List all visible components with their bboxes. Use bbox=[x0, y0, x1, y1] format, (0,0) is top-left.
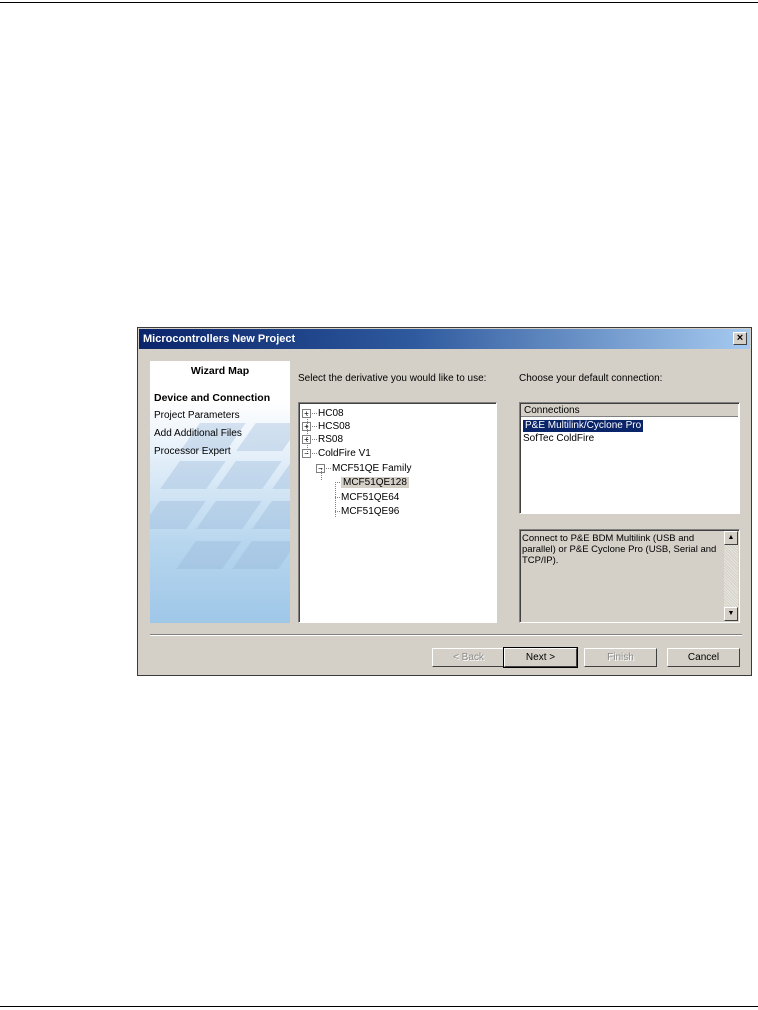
dialog-titlebar[interactable]: Microcontrollers New Project × bbox=[139, 329, 750, 349]
dialog-title: Microcontrollers New Project bbox=[143, 333, 296, 345]
wizard-step-device-connection: Device and Connection bbox=[154, 392, 271, 404]
tree-connector bbox=[335, 496, 340, 498]
scroll-down-icon[interactable]: ▼ bbox=[724, 607, 738, 621]
tree-node-label: RS08 bbox=[318, 434, 344, 445]
decorative-tile bbox=[150, 501, 206, 529]
tree-node[interactable]: − MCF51QE Family bbox=[316, 462, 411, 475]
tree-connector bbox=[312, 452, 317, 454]
connections-column-header[interactable]: Connections bbox=[521, 404, 738, 417]
decorative-tile bbox=[196, 501, 262, 529]
tree-connector bbox=[335, 481, 340, 483]
new-project-dialog: Microcontrollers New Project × Wizard Ma… bbox=[137, 327, 752, 676]
page-bottom-rule bbox=[0, 1006, 758, 1007]
tree-node[interactable]: MCF51QE64 bbox=[335, 491, 399, 504]
tree-connector bbox=[312, 438, 317, 440]
expand-icon[interactable]: + bbox=[302, 434, 311, 444]
decorative-tile bbox=[232, 541, 290, 569]
tree-node[interactable]: MCF51QE96 bbox=[335, 505, 399, 518]
wizard-step-project-parameters: Project Parameters bbox=[154, 410, 240, 421]
tree-connector bbox=[312, 425, 317, 427]
tree-node-label: MCF51QE Family bbox=[332, 463, 412, 474]
collapse-icon[interactable]: − bbox=[316, 463, 325, 473]
tree-connector bbox=[326, 467, 331, 469]
wizard-step-add-files: Add Additional Files bbox=[154, 428, 242, 439]
tree-node-label: MCF51QE64 bbox=[341, 492, 400, 503]
expand-icon[interactable]: + bbox=[302, 408, 311, 418]
connection-description: Connect to P&E BDM Multilink (USB and pa… bbox=[522, 533, 717, 566]
page-top-rule bbox=[0, 2, 758, 3]
wizard-step-processor-expert: Processor Expert bbox=[154, 446, 231, 457]
tree-node-label: ColdFire V1 bbox=[318, 448, 371, 459]
cancel-button[interactable]: Cancel bbox=[667, 648, 740, 667]
tree-node[interactable]: + HC08 bbox=[302, 407, 344, 420]
connection-item-softec[interactable]: SofTec ColdFire bbox=[523, 433, 594, 445]
derivative-tree[interactable]: + HC08 + HCS08 + RS08 − ColdFire V1 − MCF51QE… bbox=[298, 402, 497, 623]
collapse-icon[interactable]: − bbox=[302, 448, 311, 458]
connection-description-box: Connect to P&E BDM Multilink (USB and pa… bbox=[519, 529, 740, 623]
connection-item-pe-multilink[interactable]: P&E Multilink/Cyclone Pro bbox=[521, 419, 645, 433]
wizard-map-panel: Wizard Map Device and Connection Project… bbox=[150, 361, 290, 623]
button-separator bbox=[150, 634, 742, 636]
close-icon[interactable]: × bbox=[733, 332, 747, 345]
tree-connector bbox=[335, 510, 340, 512]
finish-button[interactable]: Finish bbox=[584, 648, 657, 667]
decorative-tile bbox=[236, 423, 290, 451]
tree-node-label-selected: MCF51QE128 bbox=[341, 477, 409, 488]
connections-list[interactable]: Connections P&E Multilink/Cyclone Pro So… bbox=[519, 402, 740, 514]
tree-connector bbox=[312, 412, 317, 414]
tree-node[interactable]: MCF51QE128 bbox=[335, 476, 409, 489]
next-button[interactable]: Next > bbox=[503, 647, 578, 668]
decorative-tile bbox=[160, 461, 226, 489]
decorative-tile bbox=[176, 541, 242, 569]
wizard-map-title: Wizard Map bbox=[190, 365, 250, 377]
back-button[interactable]: < Back bbox=[432, 648, 505, 667]
connection-prompt: Choose your default connection: bbox=[519, 373, 663, 384]
tree-node[interactable]: + RS08 bbox=[302, 433, 343, 446]
expand-icon[interactable]: + bbox=[302, 421, 311, 431]
scroll-up-icon[interactable]: ▲ bbox=[724, 531, 738, 545]
tree-node-label: MCF51QE96 bbox=[341, 506, 400, 517]
tree-node[interactable]: + HCS08 bbox=[302, 420, 350, 433]
tree-node[interactable]: − ColdFire V1 bbox=[302, 447, 371, 460]
description-scrollbar[interactable]: ▲ ▼ bbox=[724, 531, 738, 621]
decorative-tile bbox=[216, 461, 282, 489]
tree-node-label: HC08 bbox=[318, 408, 344, 419]
tree-node-label: HCS08 bbox=[318, 421, 351, 432]
derivative-prompt: Select the derivative you would like to … bbox=[298, 373, 487, 384]
